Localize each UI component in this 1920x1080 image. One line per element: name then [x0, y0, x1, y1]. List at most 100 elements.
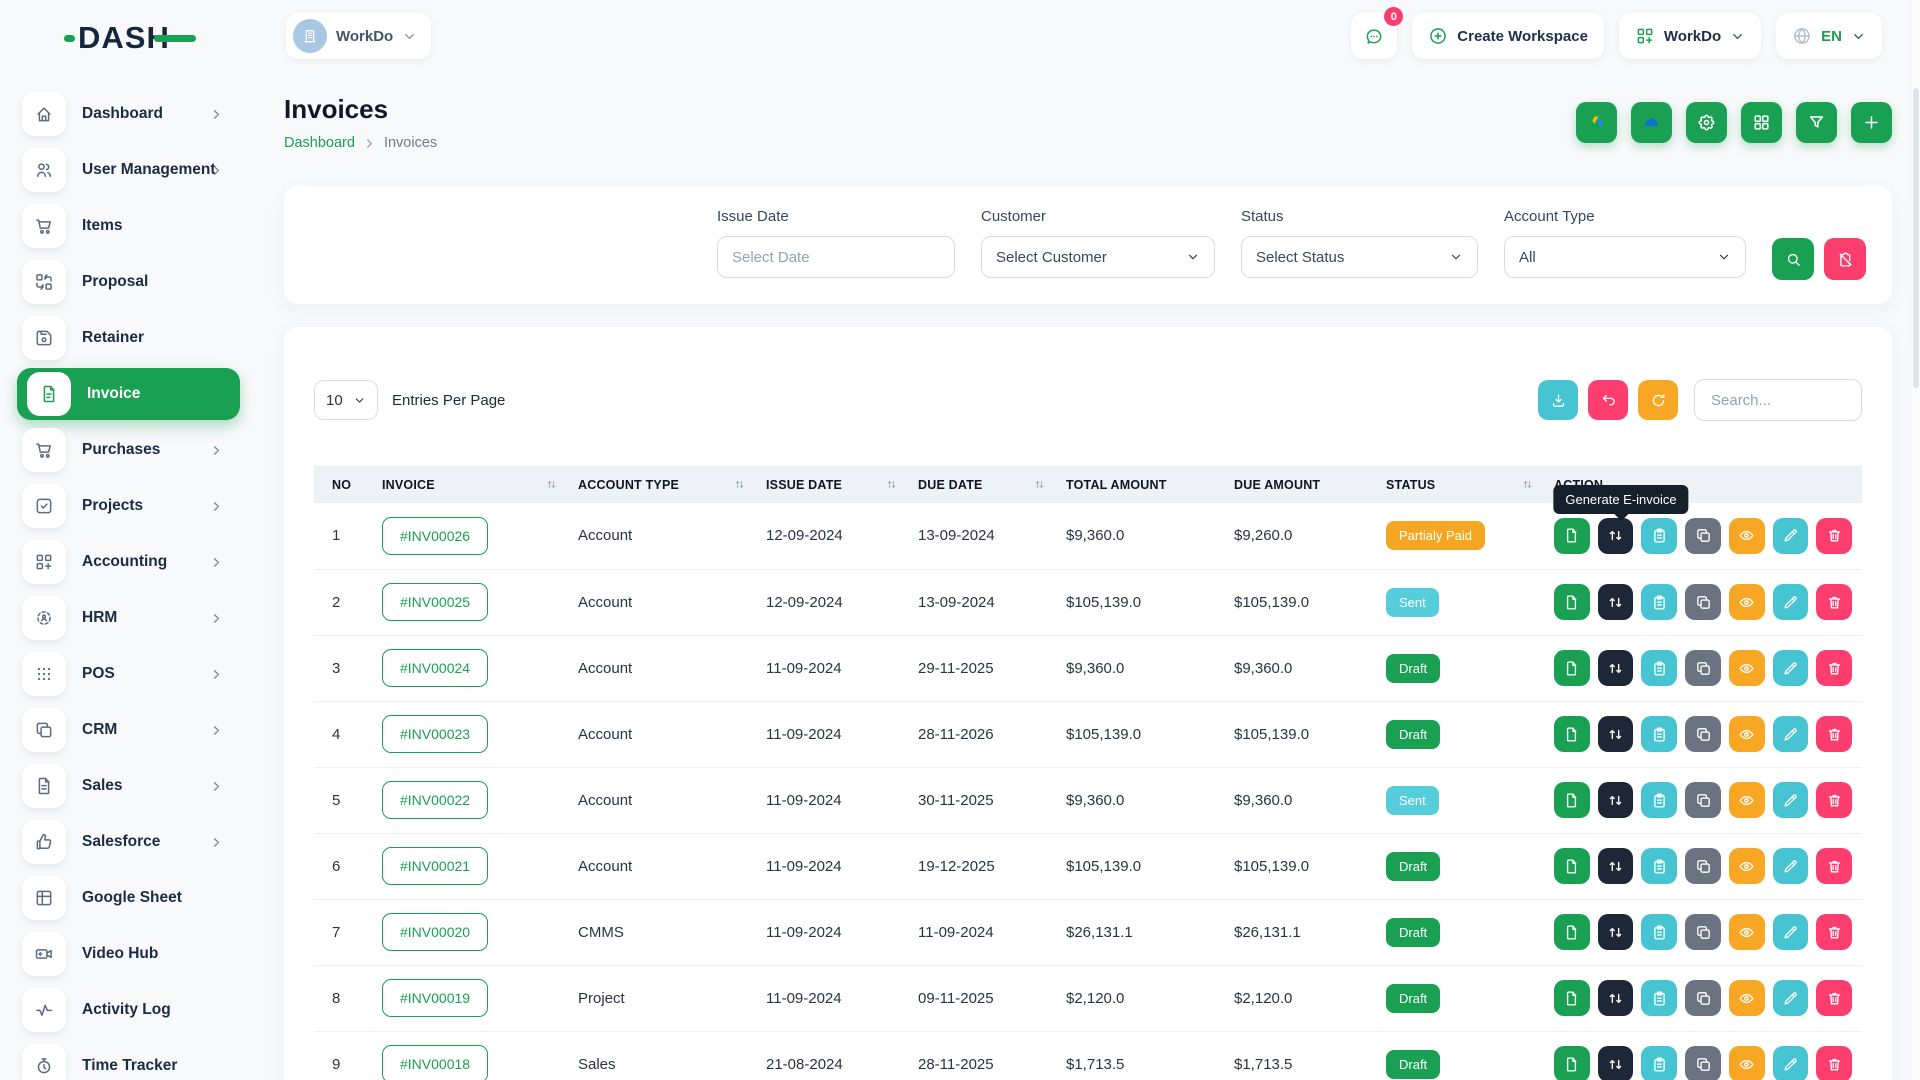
- workspace-switcher[interactable]: WorkDo: [286, 13, 431, 59]
- edit-button[interactable]: [1773, 584, 1809, 620]
- language-selector[interactable]: EN: [1776, 13, 1882, 59]
- sidebar-item-invoice[interactable]: Invoice: [17, 368, 240, 420]
- edit-button[interactable]: [1773, 650, 1809, 686]
- apps-grid-button[interactable]: [1741, 102, 1782, 143]
- clipboard-button[interactable]: [1641, 716, 1677, 752]
- reset-button[interactable]: [1588, 380, 1628, 420]
- sidebar-item-dashboard[interactable]: Dashboard: [0, 86, 240, 142]
- sidebar-item-retainer[interactable]: Retainer: [0, 310, 240, 366]
- delete-button[interactable]: [1816, 980, 1852, 1016]
- sidebar-item-activity-log[interactable]: Activity Log: [0, 982, 240, 1038]
- invoice-number-link[interactable]: #INV00018: [382, 1045, 488, 1080]
- duplicate-button[interactable]: [1685, 716, 1721, 752]
- duplicate-button[interactable]: [1685, 782, 1721, 818]
- preview-button[interactable]: [1729, 980, 1765, 1016]
- duplicate-button[interactable]: [1685, 650, 1721, 686]
- clipboard-button[interactable]: [1641, 650, 1677, 686]
- account-type-select[interactable]: All: [1504, 236, 1746, 278]
- clipboard-button[interactable]: [1641, 782, 1677, 818]
- delete-button[interactable]: [1816, 518, 1852, 554]
- delete-button[interactable]: [1816, 650, 1852, 686]
- invoice-document-button[interactable]: [1554, 782, 1590, 818]
- preview-button[interactable]: [1729, 650, 1765, 686]
- edit-button[interactable]: [1773, 782, 1809, 818]
- invoice-document-button[interactable]: [1554, 650, 1590, 686]
- preview-button[interactable]: [1729, 848, 1765, 884]
- column-header-issue-date[interactable]: ISSUE DATE: [756, 466, 908, 503]
- refresh-button[interactable]: [1638, 380, 1678, 420]
- invoice-number-link[interactable]: #INV00020: [382, 913, 488, 951]
- invoice-document-button[interactable]: [1554, 914, 1590, 950]
- export-button[interactable]: [1538, 380, 1578, 420]
- invoice-number-link[interactable]: #INV00019: [382, 979, 488, 1017]
- sort-icon[interactable]: [1521, 478, 1534, 491]
- duplicate-button[interactable]: [1685, 584, 1721, 620]
- duplicate-button[interactable]: [1685, 980, 1721, 1016]
- column-header-status[interactable]: STATUS: [1376, 466, 1544, 503]
- duplicate-button[interactable]: [1685, 848, 1721, 884]
- generate-einvoice-button[interactable]: [1598, 848, 1634, 884]
- invoice-number-link[interactable]: #INV00026: [382, 517, 488, 555]
- invoice-number-link[interactable]: #INV00021: [382, 847, 488, 885]
- add-invoice-button[interactable]: [1851, 102, 1892, 143]
- duplicate-button[interactable]: [1685, 518, 1721, 554]
- sidebar-item-time-tracker[interactable]: Time Tracker: [0, 1038, 240, 1080]
- sidebar-item-pos[interactable]: POS: [0, 646, 240, 702]
- sort-icon[interactable]: [1033, 478, 1046, 491]
- messages-button[interactable]: 0: [1351, 13, 1397, 59]
- sidebar-item-projects[interactable]: Projects: [0, 478, 240, 534]
- invoice-document-button[interactable]: [1554, 716, 1590, 752]
- sort-icon[interactable]: [733, 478, 746, 491]
- table-search-input[interactable]: [1694, 379, 1862, 421]
- column-header-due-date[interactable]: DUE DATE: [908, 466, 1056, 503]
- sidebar-item-salesforce[interactable]: Salesforce: [0, 814, 240, 870]
- edit-button[interactable]: [1773, 1046, 1809, 1080]
- sidebar-item-items[interactable]: Items: [0, 198, 240, 254]
- preview-button[interactable]: [1729, 782, 1765, 818]
- settings-button[interactable]: [1686, 102, 1727, 143]
- invoice-document-button[interactable]: [1554, 584, 1590, 620]
- generate-einvoice-button[interactable]: [1598, 914, 1634, 950]
- sidebar-item-user-management[interactable]: User Management: [0, 142, 240, 198]
- clear-filter-button[interactable]: [1824, 238, 1866, 280]
- invoice-document-button[interactable]: [1554, 980, 1590, 1016]
- edit-button[interactable]: [1773, 716, 1809, 752]
- preview-button[interactable]: [1729, 716, 1765, 752]
- invoice-number-link[interactable]: #INV00022: [382, 781, 488, 819]
- filter-button[interactable]: [1796, 102, 1837, 143]
- sidebar-item-hrm[interactable]: HRM: [0, 590, 240, 646]
- clipboard-button[interactable]: [1641, 914, 1677, 950]
- breadcrumb-dashboard-link[interactable]: Dashboard: [284, 135, 355, 151]
- clipboard-button[interactable]: [1641, 1046, 1677, 1080]
- column-header-account-type[interactable]: ACCOUNT TYPE: [568, 466, 756, 503]
- issue-date-input[interactable]: [717, 236, 955, 278]
- sort-icon[interactable]: [885, 478, 898, 491]
- invoice-number-link[interactable]: #INV00023: [382, 715, 488, 753]
- invoice-document-button[interactable]: [1554, 1046, 1590, 1080]
- sidebar-item-purchases[interactable]: Purchases: [0, 422, 240, 478]
- generate-einvoice-button[interactable]: [1598, 782, 1634, 818]
- preview-button[interactable]: [1729, 584, 1765, 620]
- invoice-document-button[interactable]: [1554, 518, 1590, 554]
- generate-einvoice-button[interactable]: [1598, 716, 1634, 752]
- invoice-document-button[interactable]: [1554, 848, 1590, 884]
- page-scrollbar[interactable]: [1910, 0, 1920, 1080]
- edit-button[interactable]: [1773, 518, 1809, 554]
- edit-button[interactable]: [1773, 848, 1809, 884]
- generate-einvoice-button[interactable]: [1598, 980, 1634, 1016]
- scrollbar-thumb[interactable]: [1913, 88, 1919, 388]
- entries-per-page-select[interactable]: 10: [314, 380, 378, 420]
- duplicate-button[interactable]: [1685, 914, 1721, 950]
- clipboard-button[interactable]: [1641, 980, 1677, 1016]
- delete-button[interactable]: [1816, 782, 1852, 818]
- preview-button[interactable]: [1729, 914, 1765, 950]
- customer-select[interactable]: Select Customer: [981, 236, 1215, 278]
- sidebar-item-proposal[interactable]: Proposal: [0, 254, 240, 310]
- sidebar-item-crm[interactable]: CRM: [0, 702, 240, 758]
- sort-icon[interactable]: [545, 478, 558, 491]
- delete-button[interactable]: [1816, 716, 1852, 752]
- google-drive-button[interactable]: [1576, 102, 1617, 143]
- edit-button[interactable]: [1773, 914, 1809, 950]
- sidebar-item-sales[interactable]: Sales: [0, 758, 240, 814]
- edit-button[interactable]: [1773, 980, 1809, 1016]
